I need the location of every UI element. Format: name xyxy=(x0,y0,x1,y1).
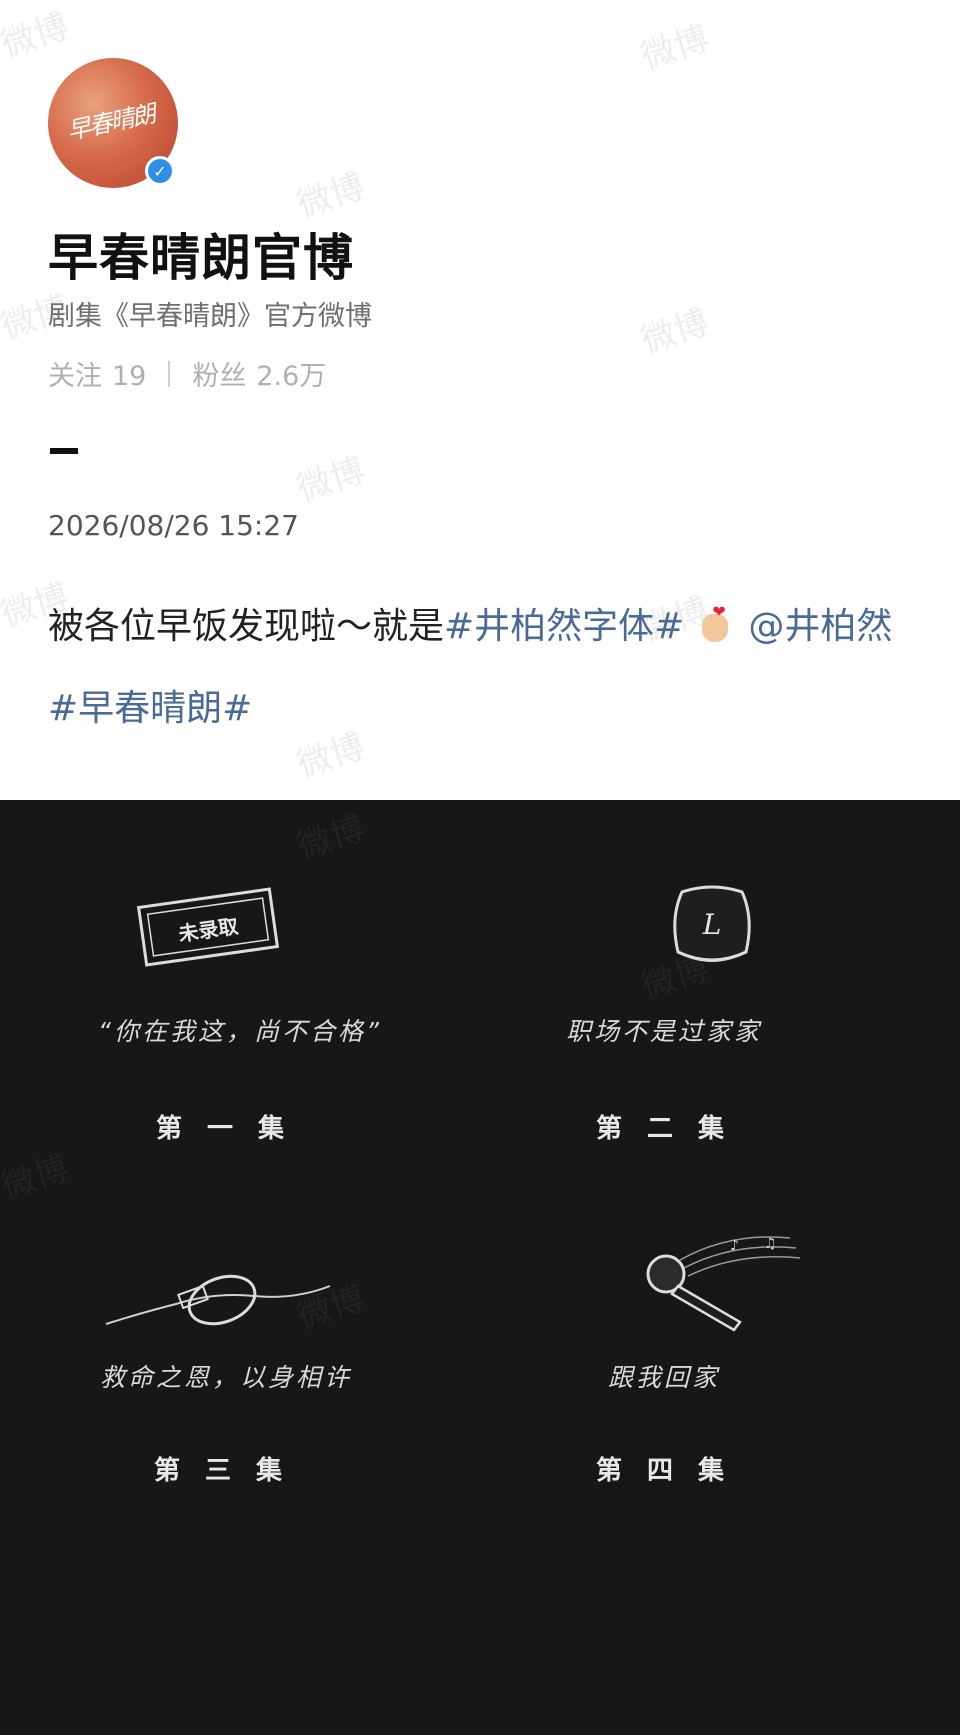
post-timestamp: 2026/08/26 15:27 xyxy=(48,509,299,542)
episode-cell: ♪ ♫ 跟我回家 第 四 集 xyxy=(480,1236,960,1735)
mention-link[interactable]: @井柏然 xyxy=(748,606,892,647)
episode-label: 第 四 集 xyxy=(595,1456,733,1486)
episode-cell: 未录取 “你在我这，尚不合格” 第 一 集 xyxy=(0,800,480,1260)
episode-image-panel[interactable]: 微博 微博 微博 微博 未录取 “你在我这，尚不合格” 第 一 集 L 职场不是… xyxy=(0,800,960,1735)
stats-divider xyxy=(168,360,171,387)
topic-link[interactable]: #井柏然字体# xyxy=(444,606,684,647)
followers-label: 粉丝 xyxy=(192,361,247,392)
followers-count: 2.6万 xyxy=(256,361,327,392)
stamp-text: 未录取 xyxy=(177,914,240,946)
verified-check-icon: ✓ xyxy=(145,156,175,186)
episode-label: 第 二 集 xyxy=(595,1114,733,1144)
post-text: 被各位早饭发现啦～就是#井柏然字体# ❤ @井柏然 #早春晴朗# xyxy=(48,586,918,750)
watermark: 微博 xyxy=(636,302,714,362)
cable-icon xyxy=(105,1274,331,1326)
avatar-logo-text: 早春晴朗 xyxy=(64,99,157,146)
topic-link[interactable]: #早春晴朗# xyxy=(48,688,252,729)
watermark: 微博 xyxy=(292,166,370,226)
following-label: 关注 xyxy=(48,361,102,392)
svg-text:♫: ♫ xyxy=(764,1236,777,1252)
follow-stats: 关注 19 粉丝 2.6万 xyxy=(48,354,326,393)
following-count: 19 xyxy=(112,361,147,392)
episode-label: 第 一 集 xyxy=(155,1114,293,1144)
watermark: 微博 xyxy=(636,18,714,78)
svg-text:♪: ♪ xyxy=(730,1238,739,1254)
episode-cell: L 职场不是过家家 第 二 集 xyxy=(480,800,960,1260)
key-letter: L xyxy=(702,908,722,941)
watermark: 微博 xyxy=(292,450,370,510)
stamp-icon: 未录取 xyxy=(136,887,280,967)
episode-phrase: “你在我这，尚不合格” xyxy=(98,1017,382,1046)
microphone-icon: ♪ ♫ xyxy=(646,1236,801,1332)
episode-phrase: 职场不是过家家 xyxy=(565,1017,762,1046)
episode-label: 第 三 集 xyxy=(153,1456,291,1486)
followers-stat[interactable]: 粉丝 2.6万 xyxy=(192,354,326,393)
following-stat[interactable]: 关注 19 xyxy=(48,354,146,393)
episode-phrase: 跟我回家 xyxy=(607,1363,720,1392)
finger-heart-emoji-icon: ❤ xyxy=(698,604,734,644)
keycap-l-icon: L xyxy=(673,885,751,962)
watermark: 微博 xyxy=(0,6,74,66)
profile-section: 微博 微博 微博 微博 微博 微博 微博 微博 微博 早春晴朗 ✓ 早春晴朗官博… xyxy=(0,0,960,800)
post-text-body: 被各位早饭发现啦～就是 xyxy=(48,606,445,647)
episode-phrase: 救命之恩，以身相许 xyxy=(99,1363,352,1392)
episode-cell: 救命之恩，以身相许 第 三 集 xyxy=(0,1260,480,1735)
account-bio: 剧集《早春晴朗》官方微博 xyxy=(48,301,372,332)
section-divider xyxy=(50,448,78,454)
weibo-post-page: 微博 微博 微博 微博 微博 微博 微博 微博 微博 早春晴朗 ✓ 早春晴朗官博… xyxy=(0,0,960,1735)
account-name[interactable]: 早春晴朗官博 xyxy=(48,218,354,290)
